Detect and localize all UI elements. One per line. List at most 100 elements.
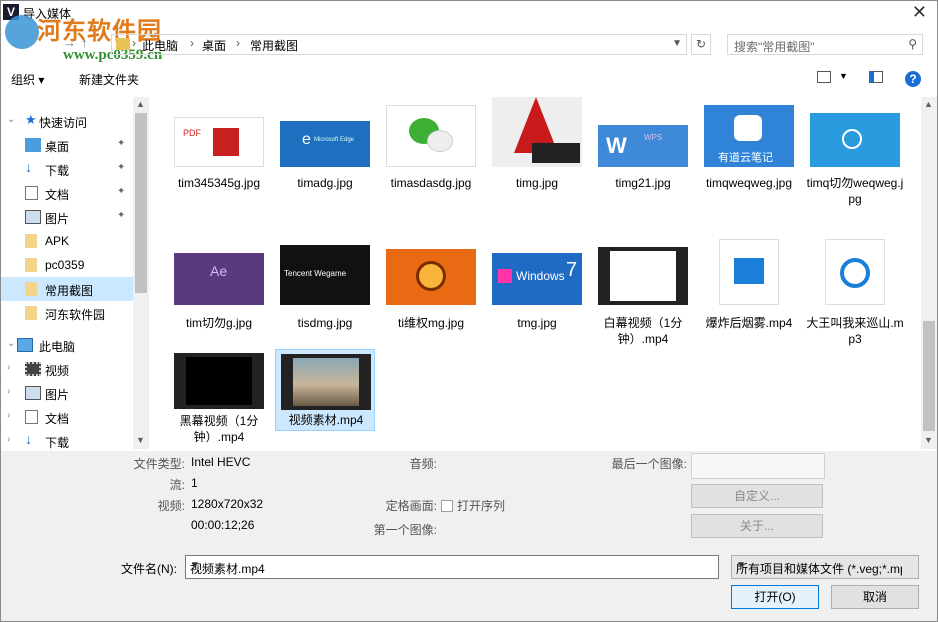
breadcrumb-desktop[interactable]: 桌面 xyxy=(202,37,226,54)
file-list-scroll-thumb[interactable] xyxy=(923,321,935,431)
scroll-down-icon[interactable]: ▼ xyxy=(924,435,933,445)
view-options-icon[interactable] xyxy=(817,71,831,83)
customize-button[interactable]: 自定义... xyxy=(691,484,823,508)
audio-label: 音频: xyxy=(409,457,437,471)
file-thumbnail: 有道云笔记 xyxy=(704,105,794,167)
sidebar-item-videos[interactable]: › 视频 xyxy=(1,357,133,381)
sidebar-item-label: 此电脑 xyxy=(39,340,76,354)
scroll-up-icon[interactable]: ▲ xyxy=(924,99,933,109)
file-name: ti维权mg.jpg xyxy=(397,316,465,330)
file-thumbnail xyxy=(598,247,688,305)
file-thumbnail: Ae xyxy=(174,253,264,305)
breadcrumb-screenshots[interactable]: 常用截图 xyxy=(250,37,298,54)
file-type-select[interactable]: 所有项目和媒体文件 (*.veg;*.mp4 ▼ xyxy=(731,555,919,579)
file-name: tim345345g.jpg xyxy=(177,176,261,190)
chevron-down-icon[interactable]: ▼ xyxy=(672,38,682,49)
file-name: 爆炸后烟雾.mp4 xyxy=(705,316,793,330)
youdao-icon xyxy=(734,115,762,141)
file-item[interactable]: 有道云笔记 timqweqweg.jpg xyxy=(699,97,799,215)
sidebar-item-quick-access[interactable]: ⌄ ★ 快速访问 xyxy=(1,109,133,133)
file-item[interactable]: Tencent Wegame tisdmg.jpg xyxy=(275,237,375,355)
windows-version-label: 7 xyxy=(566,259,578,281)
open-button[interactable]: 打开(O) xyxy=(731,585,819,609)
last-image-label: 最后一个图像: xyxy=(611,457,687,471)
sidebar-item-desktop[interactable]: 桌面 ✦ xyxy=(1,133,133,157)
scroll-down-icon[interactable]: ▼ xyxy=(136,435,145,445)
file-name: 白幕视频（1分钟）.mp4 xyxy=(603,316,683,346)
file-thumbnail xyxy=(719,239,779,305)
file-item[interactable]: PDF tim345345g.jpg xyxy=(169,97,269,215)
file-item[interactable]: ti维权mg.jpg xyxy=(381,237,481,355)
sidebar-scrollbar[interactable]: ▲ ▼ xyxy=(133,97,149,449)
sidebar-item-screenshots[interactable]: 常用截图 xyxy=(1,277,133,301)
file-thumbnail: Windows 7 xyxy=(492,253,582,305)
video-icon xyxy=(25,362,41,376)
file-thumbnail: Tencent Wegame xyxy=(280,245,370,305)
help-icon[interactable]: ? xyxy=(905,71,921,87)
freeze-frame-label: 定格画面: xyxy=(385,499,437,513)
file-item[interactable]: timasdasdg.jpg xyxy=(381,97,481,215)
cancel-button[interactable]: 取消 xyxy=(831,585,919,609)
sidebar-item-pictures-2[interactable]: › 图片 xyxy=(1,381,133,405)
firefox-icon xyxy=(416,261,446,291)
folder-icon xyxy=(25,234,37,248)
video-clapper-icon xyxy=(734,258,764,284)
refresh-button[interactable]: ↻ xyxy=(691,34,711,55)
forward-button[interactable]: → xyxy=(63,35,76,50)
chevron-down-icon[interactable]: ▼ xyxy=(190,560,714,571)
chevron-down-icon[interactable]: ▼ xyxy=(736,560,914,571)
sidebar-item-documents-2[interactable]: › 文档 xyxy=(1,405,133,429)
sidebar-item-documents[interactable]: 文档 ✦ xyxy=(1,181,133,205)
media-details-panel: 文件类型: Intel HEVC 流: 1 视频: 1280x720x32 00… xyxy=(1,451,937,543)
close-button[interactable]: ✕ xyxy=(912,2,927,23)
first-image-label: 第一个图像: xyxy=(373,523,437,537)
pin-icon: ✦ xyxy=(117,210,126,221)
white-frame-icon xyxy=(610,251,676,301)
about-button[interactable]: 关于... xyxy=(691,514,823,538)
wps-label: WPS xyxy=(644,133,663,142)
file-name: 视频素材.mp4 xyxy=(288,413,364,427)
file-item[interactable]: 大王叫我来巡山.mp3 xyxy=(805,237,905,355)
scroll-up-icon[interactable]: ▲ xyxy=(136,99,145,109)
filename-field[interactable]: 视频素材.mp4 ▼ xyxy=(185,555,719,579)
file-list-scrollbar[interactable]: ▲ ▼ xyxy=(921,97,937,449)
file-type-label: 文件类型: xyxy=(133,457,185,471)
sidebar-item-pictures[interactable]: 图片 ✦ xyxy=(1,205,133,229)
open-sequence-checkbox[interactable] xyxy=(441,500,453,512)
pictures-icon xyxy=(25,386,41,400)
duration-value: 00:00:12;26 xyxy=(191,518,255,532)
sidebar-item-hedong[interactable]: 河东软件园 xyxy=(1,301,133,325)
sidebar-item-downloads-2[interactable]: › ↓ 下载 xyxy=(1,429,133,449)
file-item[interactable]: 爆炸后烟雾.mp4 xyxy=(699,237,799,355)
organize-button[interactable]: 组织 ▾ xyxy=(11,71,44,88)
sidebar-item-this-pc[interactable]: ⌄ 此电脑 xyxy=(1,333,133,357)
breadcrumb-this-pc[interactable]: 此电脑 xyxy=(142,37,178,54)
sidebar-item-label: 桌面 xyxy=(45,140,70,154)
sidebar-item-label: 下载 xyxy=(45,164,70,178)
file-item[interactable]: Ae tim切勿g.jpg xyxy=(169,237,269,355)
sidebar-item-downloads[interactable]: ↓ 下载 ✦ xyxy=(1,157,133,181)
preview-pane-icon[interactable] xyxy=(869,71,883,83)
file-item[interactable]: e Microsoft Edge timadg.jpg xyxy=(275,97,375,215)
file-item[interactable]: timg.jpg xyxy=(487,97,587,215)
file-item[interactable]: timq切勿weqweg.jpg xyxy=(805,97,905,215)
file-item[interactable]: W WPS timg21.jpg xyxy=(593,97,693,215)
file-item-selected[interactable]: 视频素材.mp4 xyxy=(275,349,375,431)
import-media-dialog: V 导入媒体 ✕ 河东软件园 www.pc0359.cn → ↑ › 此电脑 ›… xyxy=(0,0,938,622)
file-item[interactable]: 白幕视频（1分钟）.mp4 xyxy=(593,237,693,355)
sidebar-item-pc0359[interactable]: pc0359 xyxy=(1,253,133,277)
new-folder-button[interactable]: 新建文件夹 xyxy=(79,71,139,88)
wegame-label: Tencent Wegame xyxy=(284,269,347,278)
file-item[interactable]: 黑幕视频（1分钟）.mp4 xyxy=(169,349,269,449)
chevron-down-icon[interactable]: ▼ xyxy=(839,71,848,81)
sidebar-scroll-thumb[interactable] xyxy=(135,113,147,293)
stream-label: 流: xyxy=(169,478,185,492)
search-input[interactable]: 搜索"常用截图" ⚲ xyxy=(727,34,923,55)
sidebar-item-apk[interactable]: APK xyxy=(1,229,133,253)
wps-logo: W xyxy=(606,133,627,158)
address-bar[interactable]: › 此电脑 › 桌面 › 常用截图 ▼ xyxy=(111,34,687,55)
windows-orb-icon xyxy=(842,129,862,149)
file-item[interactable]: Windows 7 tmg.jpg xyxy=(487,237,587,355)
up-button[interactable]: ↑ xyxy=(81,35,88,50)
file-name: timg.jpg xyxy=(515,176,559,190)
